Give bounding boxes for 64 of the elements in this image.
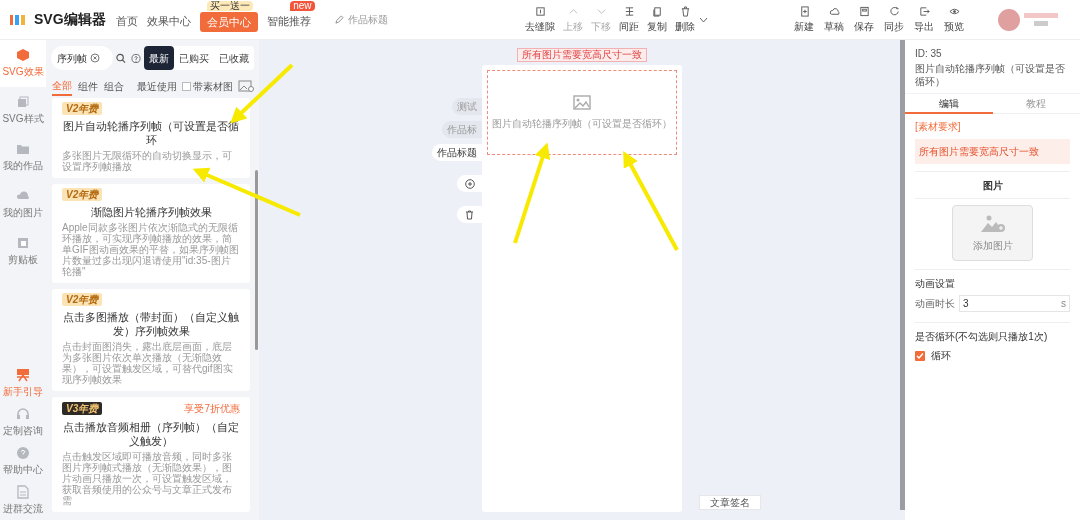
card-title: 渐隐图片轮播序列帧效果 <box>89 205 213 219</box>
tier-badge: V3年费 <box>62 402 103 415</box>
nav-link[interactable]: 智能推荐 <box>266 13 311 30</box>
rail-item[interactable]: 进群交流 <box>0 485 46 516</box>
title-field[interactable]: 作品标题 <box>347 12 398 27</box>
effect-card[interactable]: V2年费 渐隐图片轮播序列帧效果 Apple同款多张图片依次渐隐式的无限循环播放，可实现序列帧播放的效果，简单GIF图动画效果的平替，如果序列帧图片数量过多出现闪退请使用"id:35-图片轮播" <box>52 184 250 283</box>
card-description: 点击封面图消失，露出底层画面，底层为多张图片依次单次播放（无渐隐效果），可设置触发区域，可替代gif图实现序列帧效果 <box>62 341 234 385</box>
field-label: 动画时长 <box>915 297 955 311</box>
rail-item[interactable]: 剪贴板 <box>0 228 46 275</box>
toolbar-button[interactable]: 新建 <box>794 5 814 34</box>
checkbox-label: 循环 <box>931 349 951 363</box>
toolbar-button[interactable]: 导出 <box>914 5 934 34</box>
panel-tab[interactable]: 编辑 <box>905 94 993 114</box>
app-title: SVG编辑器 <box>34 10 106 29</box>
signature-button[interactable]: 文章签名 <box>699 495 761 510</box>
filter-tab[interactable]: 组合 <box>104 76 124 96</box>
toolbar-button[interactable]: 去缝隙 <box>525 5 555 34</box>
search-value: 序列帧 <box>57 51 87 66</box>
nav-badge: new <box>290 1 315 12</box>
effect-card[interactable]: V2年费 点击多图播放（带封面）（自定义触发）序列帧效果 点击封面图消失，露出底层画面，底层为多张图片依次单次播放（无渐隐效果），可设置触发区域，可替代gif图实现序列帧效果 <box>52 289 250 391</box>
requirement-note: 所有图片需要宽高尺寸一致 <box>915 139 1070 164</box>
search-field[interactable]: 序列帧 <box>51 46 113 70</box>
nav-badge: 买一送一 <box>206 0 253 11</box>
duration-field[interactable]: 3 s <box>959 295 1070 312</box>
toolbar-button[interactable]: 复制 <box>647 5 667 34</box>
checkbox-label: 带素材图 <box>193 79 233 94</box>
toolbar-button[interactable]: 保存 <box>854 5 874 34</box>
upload-label: 添加图片 <box>972 238 1013 253</box>
element-id: ID: 35 <box>915 47 943 61</box>
notice-label: 所有图片需要宽高尺寸一致 <box>517 48 647 62</box>
toolbar-button[interactable]: 同步 <box>884 5 904 34</box>
side-tab[interactable]: 作品标题 <box>432 144 482 161</box>
card-description: 多张图片无限循环的自动切换显示，可设置序列帧播放 <box>62 150 233 172</box>
segment-tab[interactable]: 已收藏 <box>214 46 254 70</box>
section-heading: 是否循环(不勾选则只播放1次) <box>915 330 1049 344</box>
toolbar-button[interactable]: 间距 <box>619 5 639 34</box>
rail-item[interactable]: 定制咨询 <box>0 407 46 438</box>
filter-tab[interactable]: 组件 <box>78 76 98 96</box>
requirement-label: [素材要求] <box>915 120 962 134</box>
effect-card[interactable]: V2年费 图片自动轮播序列帧（可设置是否循环 多张图片无限循环的自动切换显示，可设置序列帧播放 <box>52 98 250 178</box>
card-title: 点击播放音频相册（序列帧）（自定义触发） <box>62 420 240 448</box>
tier-badge: V2年费 <box>62 293 103 306</box>
placeholder-text: 图片自动轮播序列帧（可设置是否循环） <box>492 116 672 131</box>
card-description: Apple同款多张图片依次渐隐式的无限循环播放，可实现序列帧播放的效果，简单GIF图动画效果的平替，如果序列帧图片数量过多出现闪退请使用"id:35-图片轮播" <box>62 222 240 277</box>
nav-link[interactable]: 效果中心 <box>146 13 191 30</box>
rail-item[interactable]: 帮助中心 <box>0 446 46 477</box>
tier-badge: V2年费 <box>62 188 103 201</box>
toolbar-button[interactable]: 删除 <box>675 5 695 34</box>
section-heading: 动画设置 <box>915 277 956 291</box>
nav-link[interactable]: 首页 <box>115 13 138 30</box>
tier-badge: V2年费 <box>62 102 103 115</box>
card-title: 图片自动轮播序列帧（可设置是否循环 <box>62 119 240 147</box>
section-heading: 图片 <box>982 179 1003 193</box>
rail-item[interactable]: 我的图片 <box>0 181 46 228</box>
element-title: 图片自动轮播序列帧（可设置是否循环） <box>915 62 1066 88</box>
recent-link[interactable]: 最近使用 <box>137 78 177 94</box>
rail-item[interactable]: 我的作品 <box>0 134 46 181</box>
segment-tab[interactable]: 最新 <box>144 46 174 70</box>
toolbar-button[interactable]: 草稿 <box>824 5 844 34</box>
segment-tab[interactable]: 已购买 <box>174 46 214 70</box>
card-title: 点击多图播放（带封面）（自定义触发）序列帧效果 <box>62 310 240 338</box>
rail-item[interactable]: SVG样式 <box>0 87 46 134</box>
toolbar-button[interactable]: 预览 <box>944 5 964 34</box>
promo-label: 享受7折优惠 <box>184 402 240 416</box>
